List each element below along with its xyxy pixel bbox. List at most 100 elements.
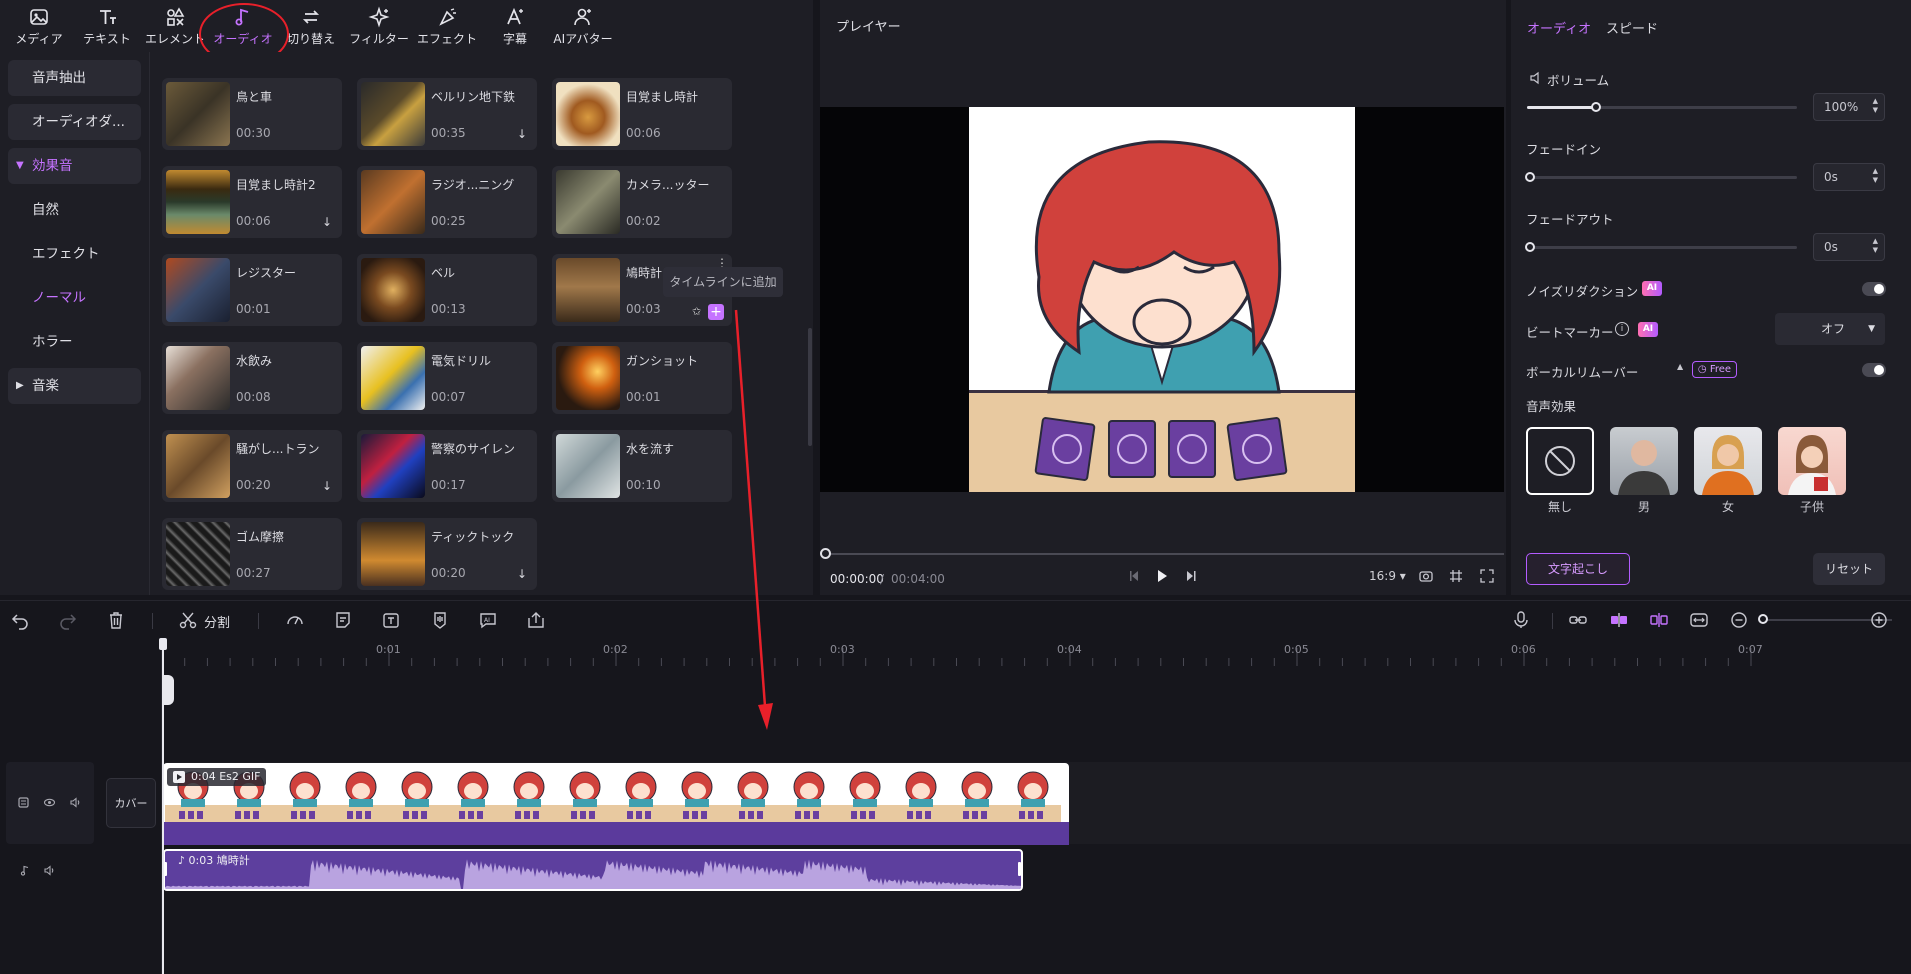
scrubber-handle[interactable] xyxy=(820,548,831,559)
lock-track-icon[interactable] xyxy=(18,797,29,808)
sound-card[interactable]: 電気ドリル 00:07 xyxy=(357,342,537,414)
prev-frame-icon[interactable] xyxy=(1128,569,1140,583)
fade-out-slider-handle[interactable] xyxy=(1525,242,1535,252)
fit-width-icon[interactable] xyxy=(1689,610,1709,630)
eye-visibility-icon[interactable] xyxy=(44,797,55,808)
sound-card[interactable]: 水飲み 00:08 xyxy=(162,342,342,414)
stepper-arrows-icon[interactable]: ▲ ▼ xyxy=(1873,167,1878,185)
link-icon[interactable] xyxy=(1568,610,1588,630)
sound-card[interactable]: ベル 00:13 xyxy=(357,254,537,326)
fade-out-slider[interactable] xyxy=(1527,246,1797,249)
fade-in-slider-handle[interactable] xyxy=(1525,172,1535,182)
category-effect[interactable]: エフェクト xyxy=(8,236,141,272)
timeline-ruler[interactable] xyxy=(162,640,1911,666)
download-icon[interactable]: ↓ xyxy=(517,128,529,140)
fullscreen-icon[interactable] xyxy=(1480,569,1494,583)
sound-card[interactable]: ラジオ...ニング 00:25 xyxy=(357,166,537,238)
sound-card[interactable]: カメラ...ッター 00:02 xyxy=(552,166,732,238)
reset-button[interactable]: リセット xyxy=(1813,553,1885,585)
speed-gauge-icon[interactable] xyxy=(285,610,305,630)
microphone-icon[interactable] xyxy=(1511,610,1531,630)
grid-scrollbar[interactable] xyxy=(808,328,812,446)
vocal-remover-toggle[interactable] xyxy=(1862,363,1886,377)
category-audio-extract[interactable]: 音声抽出 xyxy=(8,60,141,96)
audio-track-speaker-icon[interactable] xyxy=(44,865,55,876)
sound-card[interactable]: レジスター 00:01 xyxy=(162,254,342,326)
toolbar-text[interactable]: テキスト xyxy=(75,6,139,50)
playback-scrubber[interactable] xyxy=(826,553,1504,555)
toolbar-filter[interactable]: フィルター xyxy=(347,6,411,50)
delete-trash-icon[interactable] xyxy=(106,610,126,630)
ai-caption-icon[interactable]: AI xyxy=(478,610,498,630)
sound-card[interactable]: ティックトック 00:20 ↓ xyxy=(357,518,537,590)
download-icon[interactable]: ↓ xyxy=(517,568,529,580)
toolbar-effect[interactable]: エフェクト xyxy=(415,6,479,50)
volume-slider-handle[interactable] xyxy=(1591,102,1601,112)
grid-guide-icon[interactable] xyxy=(1449,569,1463,583)
category-sound-effects[interactable]: ▼ 効果音 xyxy=(8,148,141,184)
sound-card[interactable]: 警察のサイレン 00:17 xyxy=(357,430,537,502)
download-icon[interactable]: ↓ xyxy=(322,480,334,492)
magnet-snap-icon[interactable] xyxy=(1609,610,1629,630)
info-icon[interactable]: i xyxy=(1615,322,1629,336)
toolbar-elements[interactable]: エレメント xyxy=(143,6,207,50)
redo-icon[interactable] xyxy=(58,610,78,630)
category-music[interactable]: ▶ 音楽 xyxy=(8,368,141,404)
fade-in-slider[interactable] xyxy=(1527,176,1797,179)
playhead-handle[interactable] xyxy=(162,675,174,705)
fade-out-input[interactable]: 0s ▲ ▼ xyxy=(1813,233,1885,261)
aspect-ratio-dropdown[interactable]: 16:9 ▾ xyxy=(1369,569,1406,583)
sound-card[interactable]: ガンショット 00:01 xyxy=(552,342,732,414)
stepper-arrows-icon[interactable]: ▲ ▼ xyxy=(1873,97,1878,115)
favorite-star-icon[interactable]: ✩ xyxy=(692,306,704,318)
toolbar-ai-avatar[interactable]: AIアバター xyxy=(551,6,615,50)
sound-card[interactable]: 騒がし...トラン 00:20 ↓ xyxy=(162,430,342,502)
audio-trim-handle-right[interactable] xyxy=(1018,862,1021,876)
beat-marker-select[interactable]: オフ ▼ xyxy=(1775,313,1885,345)
category-normal[interactable]: ノーマル xyxy=(8,280,141,316)
undo-icon[interactable] xyxy=(10,610,30,630)
split-track-icon[interactable] xyxy=(1649,610,1669,630)
toolbar-transition[interactable]: 切り替え xyxy=(279,6,343,50)
scissors-icon[interactable] xyxy=(178,610,198,630)
voice-child[interactable] xyxy=(1778,427,1846,495)
tab-speed[interactable]: スピード xyxy=(1606,18,1658,37)
sound-card[interactable]: ベルリン地下鉄 00:35 ↓ xyxy=(357,78,537,150)
volume-input[interactable]: 100% ▲ ▼ xyxy=(1813,93,1885,121)
sound-card[interactable]: ゴム摩擦 00:27 xyxy=(162,518,342,590)
zoom-in-icon[interactable] xyxy=(1869,610,1889,630)
playhead-cap[interactable] xyxy=(159,638,167,650)
audio-clip[interactable] xyxy=(163,849,1023,891)
speaker-mute-icon[interactable] xyxy=(70,797,81,808)
toolbar-caption[interactable]: 字幕 xyxy=(483,6,547,50)
category-nature[interactable]: 自然 xyxy=(8,192,141,228)
zoom-out-icon[interactable] xyxy=(1729,610,1749,630)
voice-change-icon[interactable] xyxy=(430,610,450,630)
play-icon[interactable] xyxy=(1155,568,1169,584)
stepper-arrows-icon[interactable]: ▲ ▼ xyxy=(1873,237,1878,255)
category-audio-duck[interactable]: オーディオダ... xyxy=(8,104,141,140)
toolbar-media[interactable]: メディア xyxy=(7,6,71,50)
sound-card[interactable]: 鳥と車 00:30 xyxy=(162,78,342,150)
split-button-label[interactable]: 分割 xyxy=(204,612,230,631)
download-icon[interactable]: ↓ xyxy=(322,216,334,228)
zoom-slider-handle[interactable] xyxy=(1758,614,1768,624)
voice-male[interactable] xyxy=(1610,427,1678,495)
sound-card[interactable]: 水を流す 00:10 xyxy=(552,430,732,502)
fade-in-input[interactable]: 0s ▲ ▼ xyxy=(1813,163,1885,191)
voice-none[interactable] xyxy=(1526,427,1594,495)
export-upload-icon[interactable] xyxy=(526,610,546,630)
text-box-icon[interactable] xyxy=(381,610,401,630)
category-horror[interactable]: ホラー xyxy=(8,324,141,360)
next-frame-icon[interactable] xyxy=(1185,569,1197,583)
tab-audio[interactable]: オーディオ xyxy=(1527,18,1591,37)
noise-reduction-toggle[interactable] xyxy=(1862,282,1886,296)
add-to-timeline-icon[interactable]: + xyxy=(708,304,724,320)
sticker-icon[interactable] xyxy=(333,610,353,630)
audio-trim-handle-left[interactable] xyxy=(164,862,167,876)
transcribe-button[interactable]: 文字起こし xyxy=(1526,553,1630,585)
voice-female[interactable] xyxy=(1694,427,1762,495)
caret-up-icon[interactable]: ▲ xyxy=(1677,362,1683,371)
snapshot-camera-icon[interactable] xyxy=(1419,569,1433,583)
sound-card[interactable]: 目覚まし時計2 00:06 ↓ xyxy=(162,166,342,238)
